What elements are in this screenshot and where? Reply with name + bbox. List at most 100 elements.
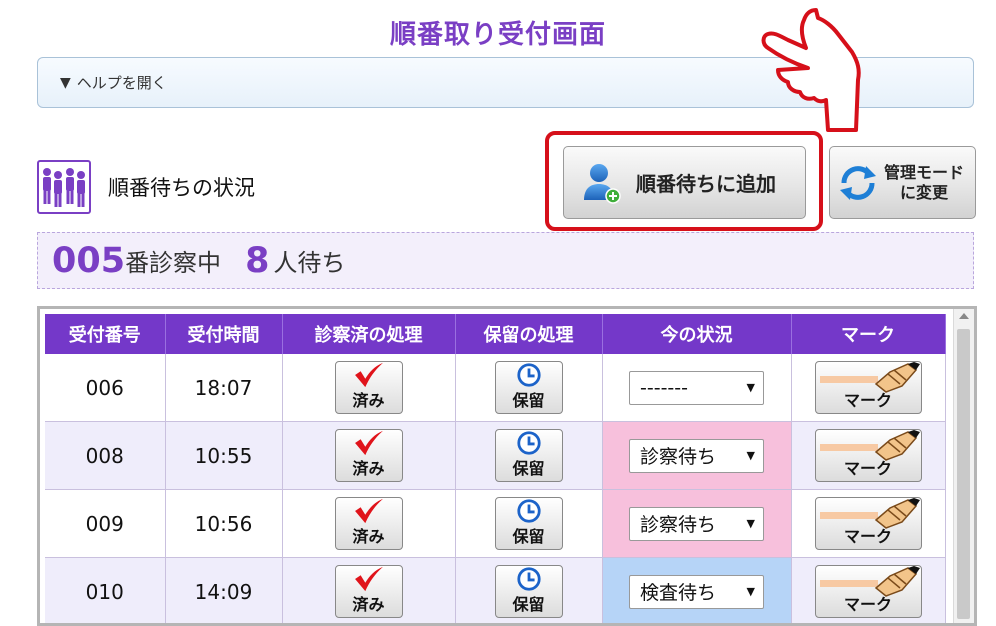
hold-button-label: 保留 [512,459,545,478]
check-icon [354,362,383,388]
header-hold: 保留の処理 [455,314,603,354]
done-cell: 済み [282,421,456,490]
status-select[interactable]: 診察待ち ▼ [629,506,764,541]
waiting-suffix: 人待ち [273,249,346,277]
add-to-queue-button[interactable]: 順番待ちに追加 [563,146,806,219]
mark-cell: マーク [791,489,946,558]
dropdown-caret-icon: ▼ [746,449,755,462]
hold-button-label: 保留 [512,595,545,614]
status-heading: 順番待ちの状況 [37,159,255,215]
table-row: 008 10:55 済み 保留 診察待ち ▼ マーク [45,421,946,490]
status-cell: 検査待ち ▼ [602,557,792,623]
reception-number: 006 [45,354,166,422]
header-time: 受付時間 [165,314,283,354]
done-button[interactable]: 済み [334,361,403,414]
status-select-value: 診察待ち [640,446,717,468]
check-icon [354,566,383,592]
help-toggle-label: ヘルプを開く [76,74,167,92]
scroll-thumb[interactable] [957,329,970,619]
waiting-count: 8 [245,240,270,281]
clock-icon [516,499,541,523]
done-button-label: 済み [352,527,385,546]
mark-button[interactable]: マーク [814,497,922,550]
status-select[interactable]: 診察待ち ▼ [629,438,764,473]
done-button-label: 済み [352,391,385,410]
table-row: 006 18:07 済み 保留 ------- ▼ マーク [45,354,946,422]
status-cell: ------- ▼ [602,354,792,422]
done-cell: 済み [282,354,456,422]
triangle-down-icon: ▼ [60,74,71,91]
mark-button[interactable]: マーク [814,429,922,482]
mark-button-label: マーク [843,595,892,614]
mark-cell: マーク [791,354,946,422]
check-icon [354,498,383,524]
dropdown-caret-icon: ▼ [746,381,755,394]
mark-button-label: マーク [843,391,892,410]
hold-button[interactable]: 保留 [494,429,563,482]
status-select-value: ------- [640,376,688,399]
clock-icon [516,363,541,387]
mark-button[interactable]: マーク [814,565,922,618]
reception-number: 009 [45,489,166,558]
admin-mode-button[interactable]: 管理モード に変更 [829,146,976,219]
queue-table-header: 受付番号 受付時間 診察済の処理 保留の処理 今の状況 マーク [45,314,946,354]
done-cell: 済み [282,489,456,558]
add-user-icon [584,163,621,204]
queue-table: 受付番号 受付時間 診察済の処理 保留の処理 今の状況 マーク 006 18:0… [45,314,946,623]
admin-mode-label-line1: 管理モード [884,162,965,182]
hold-cell: 保留 [455,489,603,558]
mark-button-label: マーク [843,527,892,546]
header-number: 受付番号 [45,314,166,354]
dropdown-caret-icon: ▼ [746,585,755,598]
hold-button[interactable]: 保留 [494,565,563,618]
status-select[interactable]: ------- ▼ [629,370,764,405]
status-select-value: 検査待ち [640,582,717,604]
done-button[interactable]: 済み [334,565,403,618]
admin-mode-label-line2: に変更 [900,182,949,202]
done-button[interactable]: 済み [334,429,403,482]
hold-cell: 保留 [455,421,603,490]
reception-time: 10:55 [165,421,283,490]
done-button-label: 済み [352,459,385,478]
scroll-up-icon[interactable] [959,313,969,319]
pointing-hand-icon [761,8,861,132]
hold-button[interactable]: 保留 [494,497,563,550]
hold-button-label: 保留 [512,527,545,546]
mark-button[interactable]: マーク [814,361,922,414]
hold-button[interactable]: 保留 [494,361,563,414]
mark-button-label: マーク [843,459,892,478]
header-done: 診察済の処理 [282,314,456,354]
done-button-label: 済み [352,595,385,614]
status-select[interactable]: 検査待ち ▼ [629,574,764,609]
reception-time: 10:56 [165,489,283,558]
queue-table-frame: 受付番号 受付時間 診察済の処理 保留の処理 今の状況 マーク 006 18:0… [37,306,977,626]
check-icon [354,430,383,456]
reception-number: 010 [45,557,166,623]
table-row: 009 10:56 済み 保留 診察待ち ▼ マーク [45,489,946,558]
done-button[interactable]: 済み [334,497,403,550]
now-serving-suffix: 番診察中 [125,249,222,277]
now-serving-bar: 005 番診察中 8 人待ち [37,232,974,289]
hold-cell: 保留 [455,557,603,623]
people-icon [37,160,91,214]
dropdown-caret-icon: ▼ [746,517,755,530]
clock-icon [516,431,541,455]
status-select-value: 診察待ち [640,514,717,536]
refresh-icon [840,165,876,200]
mark-cell: マーク [791,421,946,490]
mark-cell: マーク [791,557,946,623]
table-scrollbar[interactable] [953,309,974,623]
done-cell: 済み [282,557,456,623]
hold-cell: 保留 [455,354,603,422]
reception-time: 18:07 [165,354,283,422]
now-serving-number: 005 [52,240,126,281]
status-cell: 診察待ち ▼ [602,489,792,558]
header-mark: マーク [791,314,946,354]
clock-icon [516,567,541,591]
header-status: 今の状況 [602,314,792,354]
status-heading-label: 順番待ちの状況 [108,176,255,200]
status-cell: 診察待ち ▼ [602,421,792,490]
admin-mode-label: 管理モード に変更 [884,163,964,203]
reception-number: 008 [45,421,166,490]
table-row: 010 14:09 済み 保留 検査待ち ▼ マーク [45,557,946,623]
